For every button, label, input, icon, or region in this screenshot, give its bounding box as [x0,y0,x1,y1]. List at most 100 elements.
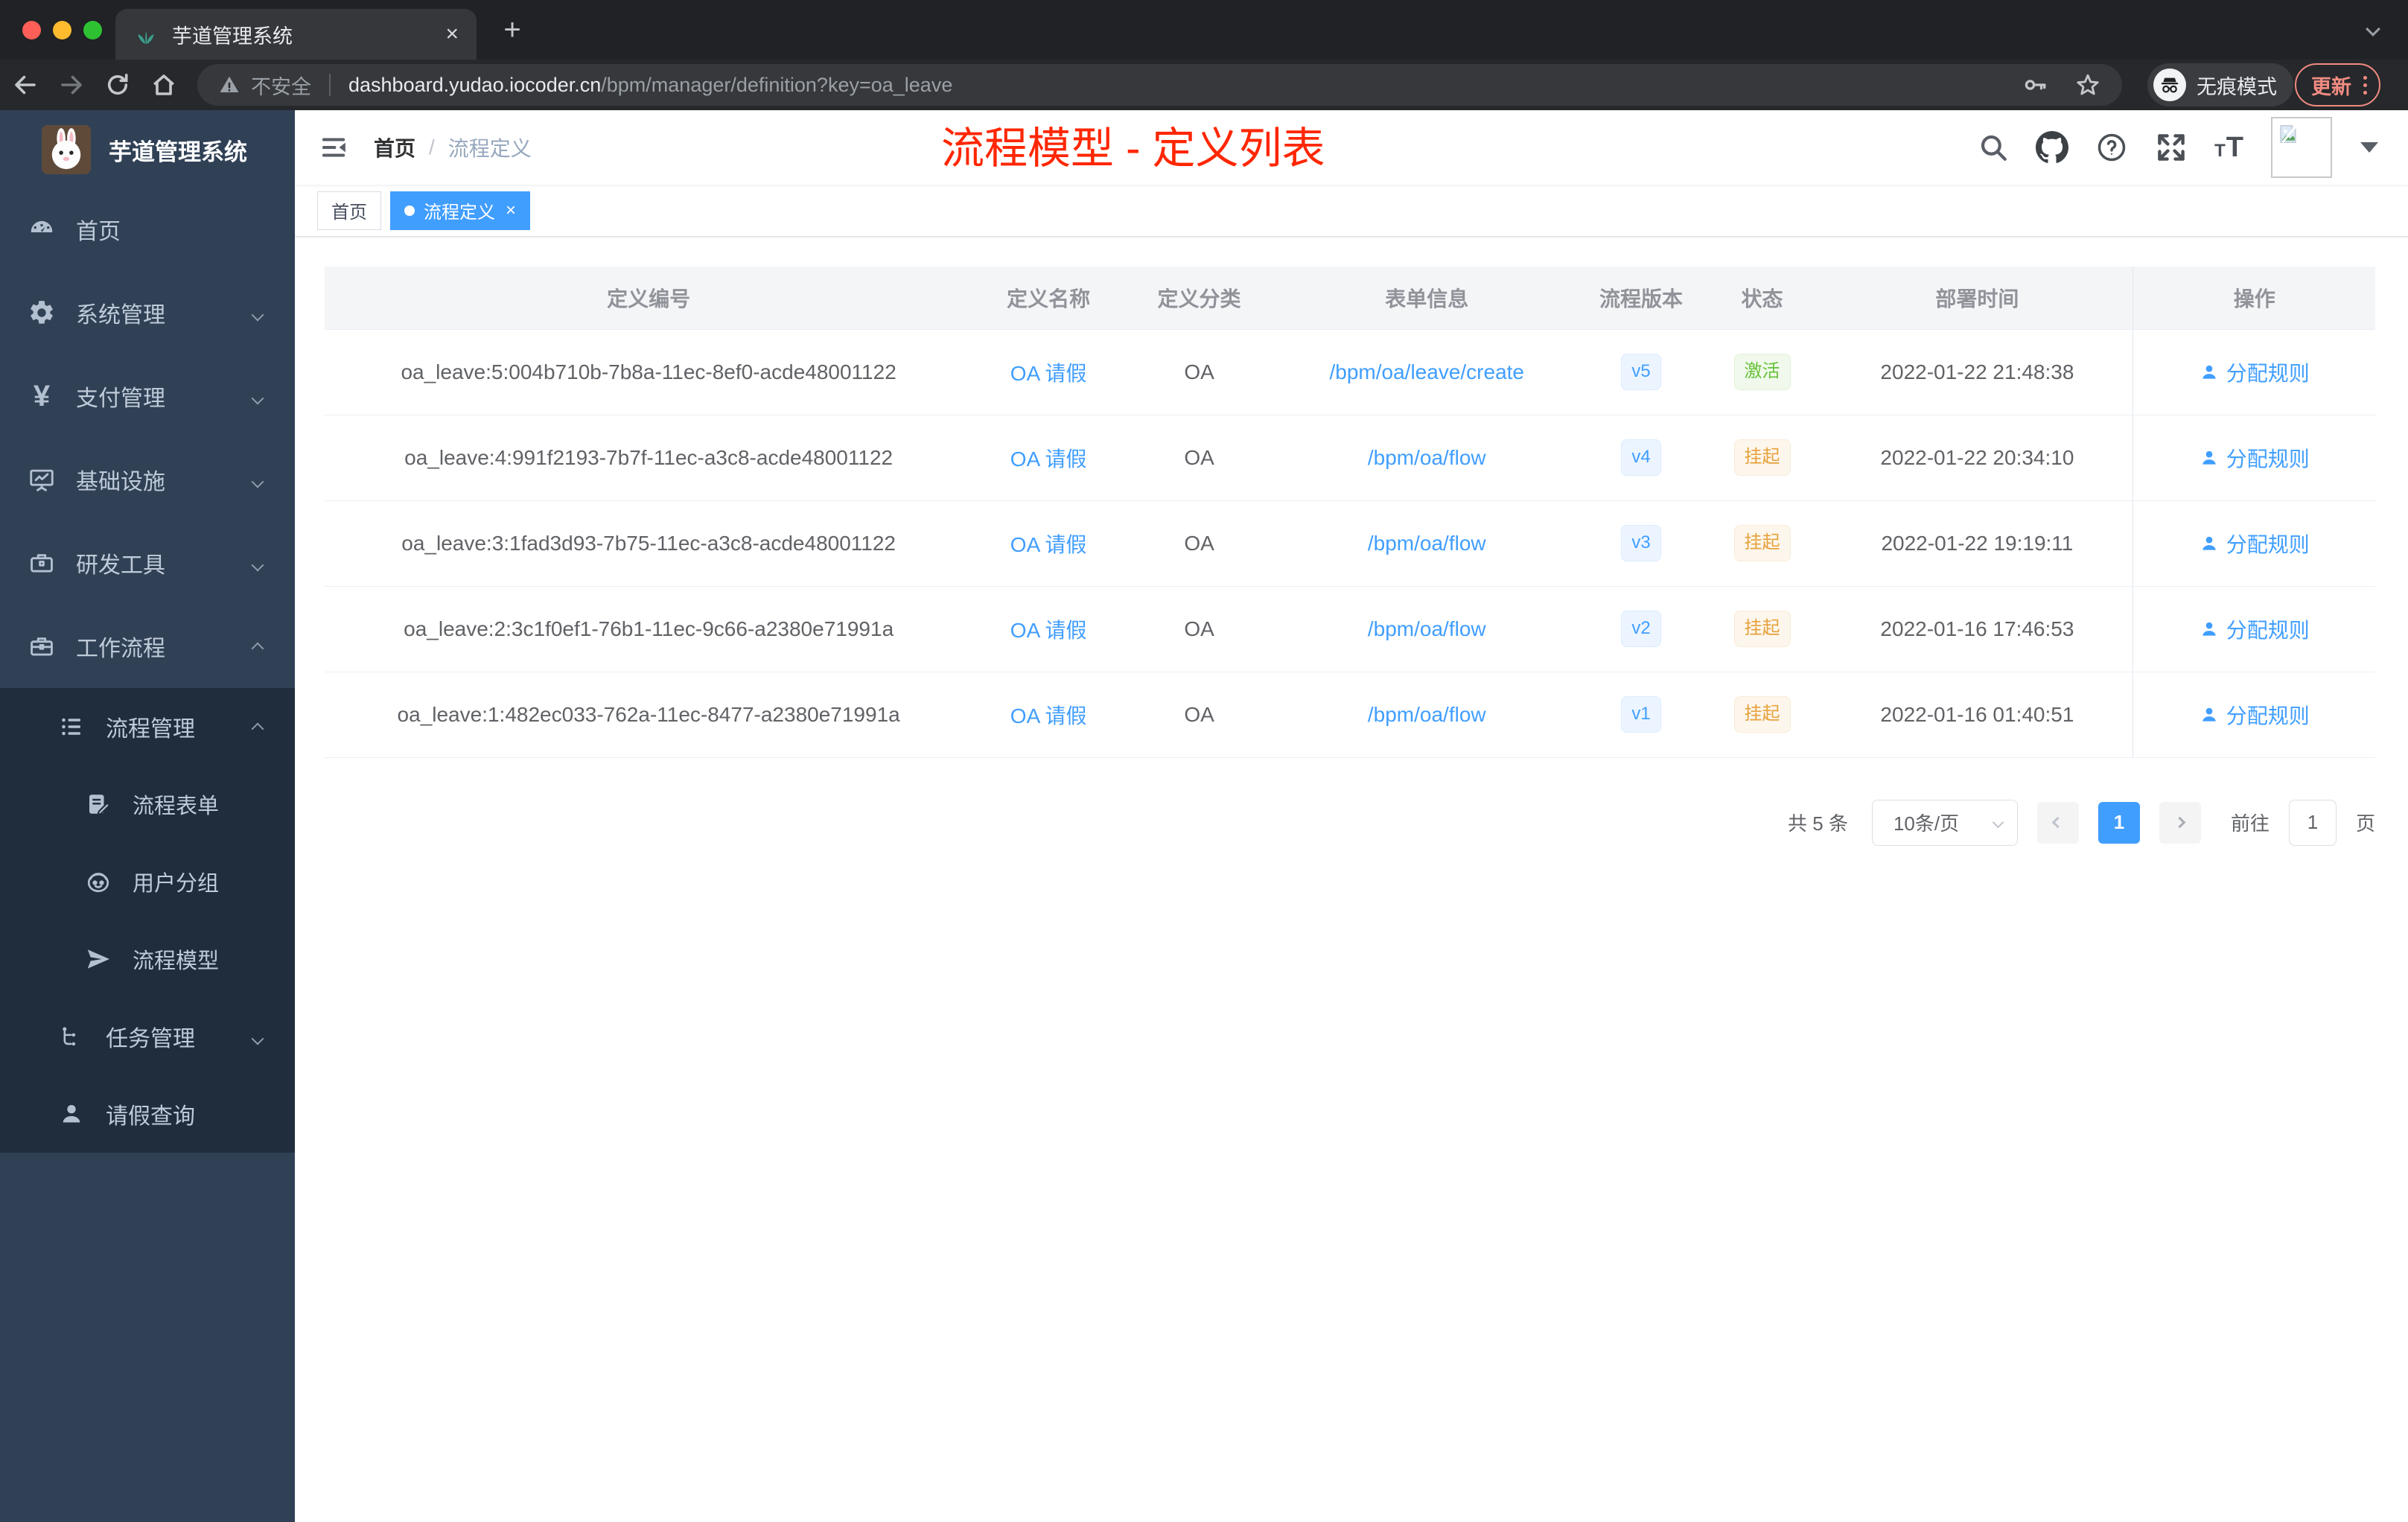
help-icon[interactable] [2095,131,2128,164]
sidebar-header[interactable]: 芋道管理系统 [0,110,295,188]
address-bar[interactable]: 不安全 dashboard.yudao.iocoder.cn/bpm/manag… [197,64,2122,106]
app-title: 芋道管理系统 [109,138,247,165]
sidebar-item-infrastructure[interactable]: 基础设施 [0,438,295,521]
github-icon[interactable] [2036,131,2069,164]
tab-search-icon[interactable] [2366,22,2380,38]
sidebar-item-payment[interactable]: ¥ 支付管理 [0,354,295,438]
search-icon[interactable] [1978,132,2009,163]
page-size-select[interactable]: 10条/页 [1871,799,2018,846]
app-logo-avatar [42,125,91,174]
col-actions: 操作 [2133,267,2375,330]
minimize-window-button[interactable] [53,21,71,39]
fullscreen-icon[interactable] [2155,131,2188,164]
table-row: oa_leave:3:1fad3d93-7b75-11ec-a3c8-acde4… [325,500,2375,587]
bookmark-star-icon[interactable] [2074,71,2101,98]
sidebar-item-leave-query[interactable]: 请假查询 [0,1075,295,1153]
sidebar-item-label: 用户分组 [133,872,220,896]
definition-name-link[interactable]: OA 请假 [1010,704,1087,727]
goto-page-input[interactable]: 1 [2288,799,2337,846]
form-link[interactable]: /bpm/oa/leave/create [1330,360,1525,383]
pagination-total: 共 5 条 [1788,812,1848,835]
sidebar-collapse-icon[interactable] [305,110,362,185]
tab-title: 芋道管理系统 [172,25,293,48]
sidebar-item-label: 系统管理 [76,303,165,328]
close-window-button[interactable] [22,21,41,39]
sidebar-item-label: 首页 [76,220,121,244]
definition-name-link[interactable]: OA 请假 [1010,448,1087,471]
sidebar-item-user-group[interactable]: 用户分组 [0,843,295,920]
breadcrumb-current: 流程定义 [447,137,532,160]
chevron-down-icon [251,1024,264,1049]
definition-name-link[interactable]: OA 请假 [1010,533,1087,556]
browser-tab[interactable]: 芋道管理系统 × [115,9,477,60]
browser-update-button[interactable]: 更新 [2295,63,2380,106]
tag-process-definition[interactable]: 流程定义 × [390,191,531,230]
chevron-down-icon [251,550,264,576]
chevron-up-icon [251,714,264,739]
definition-name-link[interactable]: OA 请假 [1010,619,1087,642]
favicon-plant-icon [133,22,159,47]
tag-home[interactable]: 首页 [317,191,381,230]
assign-rule-button[interactable]: 分配规则 [2200,443,2310,473]
tag-label: 流程定义 [424,203,495,223]
form-link[interactable]: /bpm/oa/flow [1368,617,1486,640]
table-header-row: 定义编号 定义名称 定义分类 表单信息 流程版本 状态 部署时间 操作 [325,267,2375,330]
assign-rule-button[interactable]: 分配规则 [2200,357,2310,387]
zoom-window-button[interactable] [83,21,102,39]
font-size-icon[interactable]: TT [2214,132,2244,164]
workflow-submenu: 流程管理 流程表单 用户分组 流程模型 任务管理 请假查询 [0,688,295,1153]
new-tab-button[interactable]: + [497,15,527,46]
password-key-icon[interactable] [2022,71,2049,98]
current-page-button[interactable]: 1 [2098,801,2140,844]
sidebar-item-process-model[interactable]: 流程模型 [0,920,295,998]
form-link[interactable]: /bpm/oa/flow [1368,703,1486,726]
not-secure-indicator[interactable]: 不安全 [218,71,311,100]
avatar-caret-icon[interactable] [2360,142,2378,153]
select-caret-icon [1992,816,2004,829]
assign-rule-button[interactable]: 分配规则 [2200,614,2310,644]
back-icon[interactable] [4,64,46,106]
user-icon [2202,622,2216,636]
window-controls[interactable] [22,21,102,39]
sidebar-item-dev-tools[interactable]: 研发工具 [0,521,295,605]
definition-category: OA [1124,586,1275,672]
sidebar-item-process-form[interactable]: 流程表单 [0,765,295,843]
sidebar-item-task-manage[interactable]: 任务管理 [0,998,295,1075]
sidebar-item-label: 请假查询 [106,1104,195,1129]
sidebar-item-process-manage[interactable]: 流程管理 [0,688,295,765]
user-icon [57,1099,86,1129]
avatar[interactable] [2271,117,2332,178]
update-label[interactable]: 更新 [2311,71,2351,100]
sidebar-item-workflow[interactable]: 工作流程 [0,605,295,688]
omnibox-divider [329,74,331,96]
breadcrumb-home[interactable]: 首页 [374,133,415,162]
assign-rule-button[interactable]: 分配规则 [2200,700,2310,730]
chevron-down-icon [251,383,264,409]
definition-name-link[interactable]: OA 请假 [1010,362,1087,385]
sidebar-item-home[interactable]: 首页 [0,188,295,271]
next-page-button[interactable] [2159,801,2201,844]
breadcrumb: 首页 / 流程定义 [374,133,532,162]
tag-label: 首页 [331,203,367,223]
sidebar-item-system[interactable]: 系统管理 [0,271,295,354]
form-link[interactable]: /bpm/oa/flow [1368,532,1486,555]
home-icon[interactable] [143,64,185,106]
warning-icon [220,76,239,92]
chevron-up-icon [251,634,264,659]
url-text[interactable]: dashboard.yudao.iocoder.cn/bpm/manager/d… [348,74,952,97]
prev-page-button[interactable] [2036,801,2079,844]
assign-rule-button[interactable]: 分配规则 [2200,529,2310,558]
reload-icon[interactable] [97,64,138,106]
tab-close-icon[interactable]: × [445,23,459,45]
definition-id: oa_leave:4:991f2193-7b7f-11ec-a3c8-acde4… [325,415,973,501]
incognito-label: 无痕模式 [2197,75,2277,98]
browser-tabstrip: 芋道管理系统 × + [0,0,2408,60]
app: 芋道管理系统 首页 系统管理 ¥ 支付管理 基础设施 研发工具 工作流程 流程管… [0,110,2408,1522]
status-badge: 挂起 [1733,525,1791,561]
form-link[interactable]: /bpm/oa/flow [1368,446,1486,469]
incognito-icon [2153,69,2186,101]
forward-icon[interactable] [51,64,92,106]
browser-menu-icon[interactable] [2363,75,2367,95]
version-badge: v4 [1621,439,1661,476]
tag-close-icon[interactable]: × [506,200,516,221]
